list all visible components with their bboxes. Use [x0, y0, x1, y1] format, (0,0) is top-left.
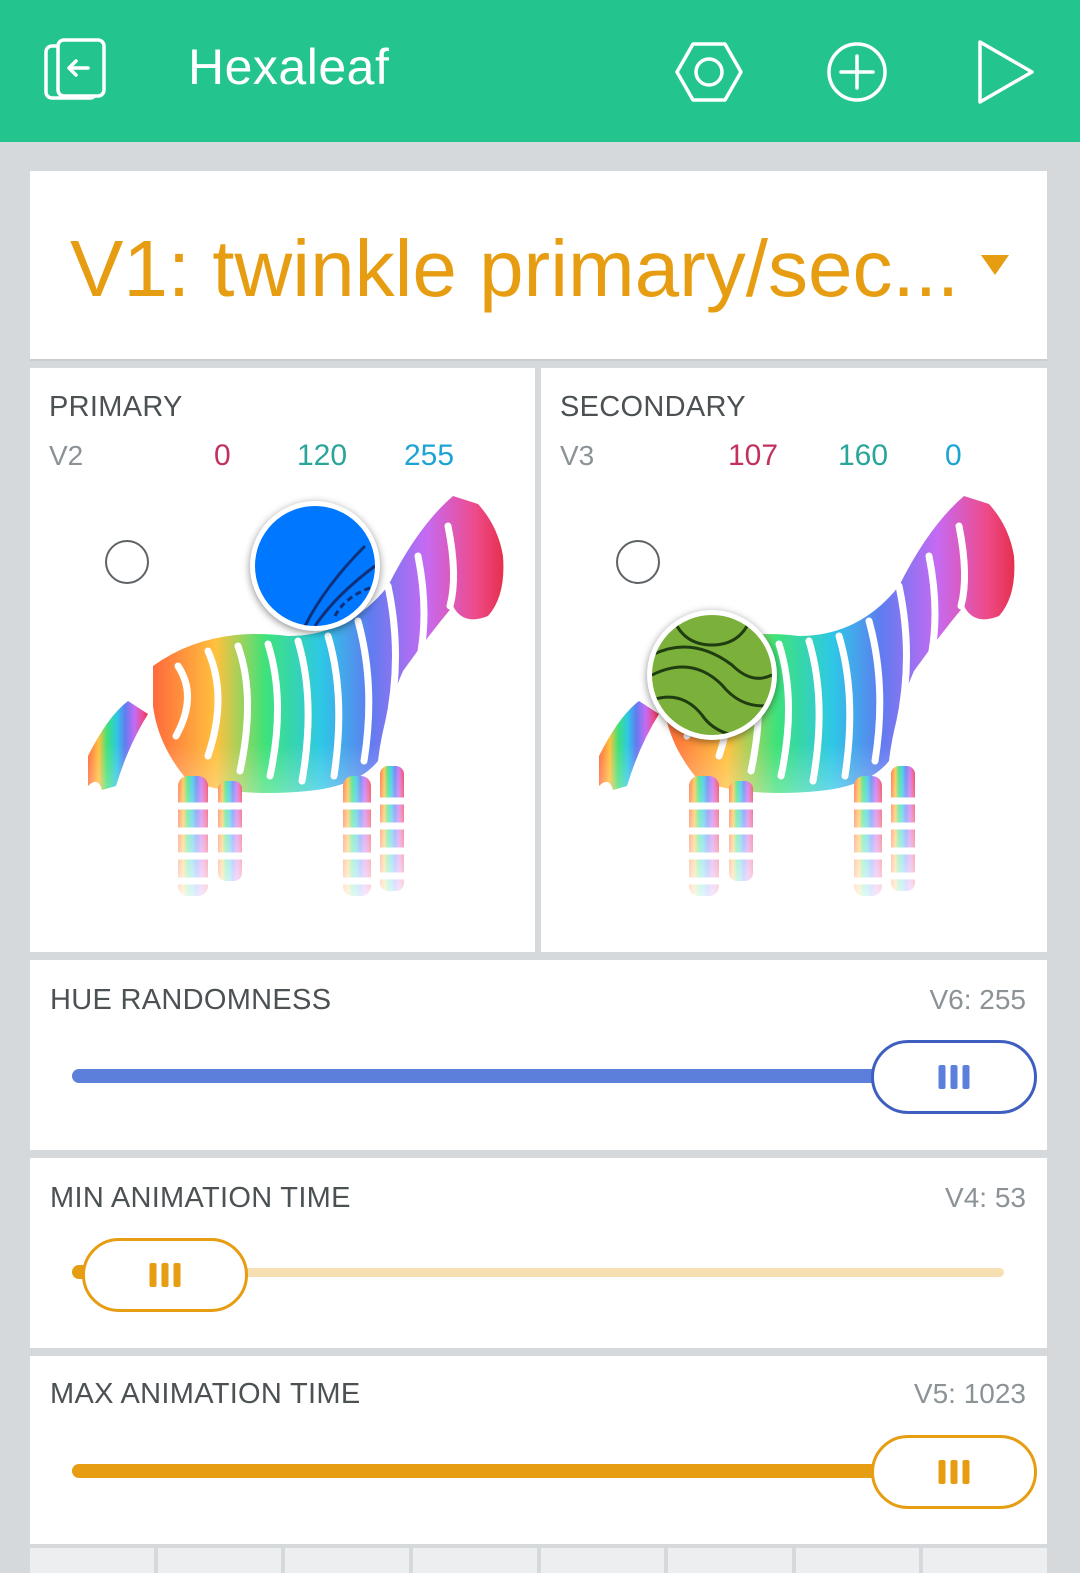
widget-tile[interactable] [923, 1548, 1047, 1573]
project-title: Hexaleaf [188, 39, 390, 95]
grip-icon [938, 1065, 970, 1089]
add-widget-icon[interactable] [821, 36, 893, 108]
secondary-red-value: 107 [728, 439, 779, 472]
hue-randomness-value: V6: 255 [929, 984, 1026, 1015]
hue-randomness-thumb[interactable] [871, 1040, 1037, 1114]
widget-tile[interactable] [157, 1548, 282, 1573]
secondary-blue-value: 0 [945, 439, 962, 472]
hue-randomness-slider-widget: HUE RANDOMNESS V6: 255 [30, 960, 1047, 1150]
primary-color-widget: PRIMARY V2 0 120 255 [30, 368, 535, 952]
primary-color-picker-handle[interactable] [250, 501, 380, 631]
widget-tile[interactable] [285, 1548, 409, 1573]
widget-tile[interactable] [795, 1548, 920, 1573]
secondary-color-picker-handle[interactable] [647, 610, 777, 740]
mode-menu[interactable]: V1: twinkle primary/sec... [30, 171, 1047, 359]
play-icon[interactable] [970, 36, 1042, 108]
primary-red-value: 0 [214, 439, 231, 472]
secondary-green-value: 160 [838, 439, 889, 472]
settings-hexagon-icon[interactable] [673, 36, 745, 108]
max-animation-time-label: MAX ANIMATION TIME [50, 1378, 361, 1410]
widget-tile[interactable] [30, 1548, 154, 1573]
primary-pin: V2 [49, 440, 84, 471]
hue-randomness-label: HUE RANDOMNESS [50, 984, 332, 1016]
widget-tile[interactable] [668, 1548, 792, 1573]
secondary-pin: V3 [560, 440, 595, 471]
max-animation-time-thumb[interactable] [871, 1435, 1037, 1509]
zebra-color-map[interactable] [569, 486, 1029, 916]
secondary-label: SECONDARY [560, 391, 746, 423]
max-animation-time-track[interactable] [72, 1464, 942, 1478]
primary-label: PRIMARY [49, 391, 183, 423]
widget-tile[interactable] [412, 1548, 537, 1573]
widget-tile[interactable] [540, 1548, 665, 1573]
max-animation-time-value: V5: 1023 [913, 1378, 1026, 1409]
grip-icon [149, 1263, 181, 1287]
dropdown-arrow-icon[interactable] [981, 255, 1009, 282]
grip-icon [938, 1460, 970, 1484]
primary-green-value: 120 [297, 439, 348, 472]
min-animation-time-label: MIN ANIMATION TIME [50, 1182, 351, 1214]
secondary-color-widget: SECONDARY V3 107 160 0 [541, 368, 1047, 952]
top-bar: Hexaleaf [0, 0, 1080, 142]
primary-blue-value: 255 [404, 439, 455, 472]
menu-selected-value: V1: twinkle primary/sec... [70, 224, 960, 313]
hue-randomness-track[interactable] [72, 1069, 942, 1083]
max-animation-time-slider-widget: MAX ANIMATION TIME V5: 1023 [30, 1356, 1047, 1544]
next-widget-row [30, 1548, 1047, 1573]
min-animation-time-value: V4: 53 [945, 1182, 1026, 1213]
exit-project-icon[interactable] [38, 36, 110, 108]
min-animation-time-slider-widget: MIN ANIMATION TIME V4: 53 [30, 1158, 1047, 1348]
min-animation-time-thumb[interactable] [82, 1238, 248, 1312]
